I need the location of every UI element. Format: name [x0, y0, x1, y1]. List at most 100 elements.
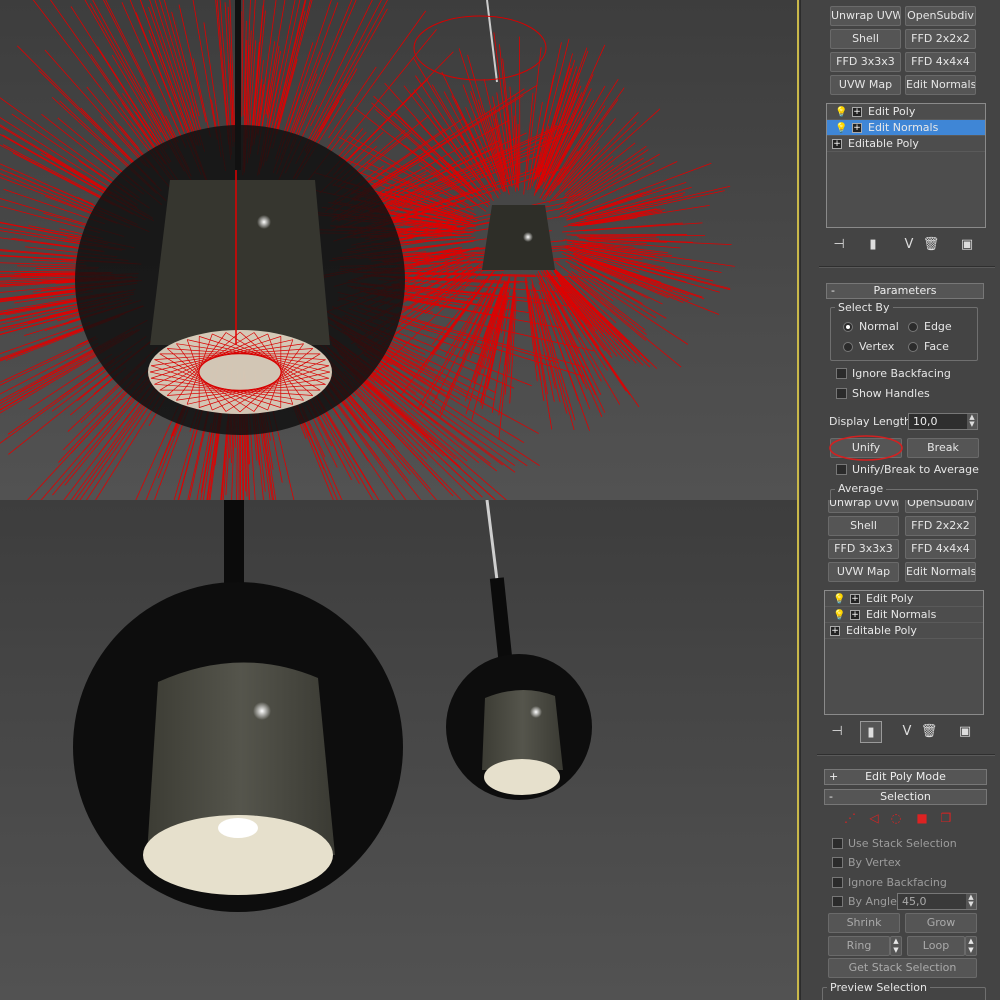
- button-label: FFD 2x2x2: [911, 32, 970, 45]
- break-button[interactable]: Break: [907, 438, 979, 458]
- checkbox-box[interactable]: [832, 857, 843, 868]
- pin-stack-icon[interactable]: ⊣: [826, 721, 848, 743]
- uvw-map-button[interactable]: UVW Map: [828, 562, 899, 582]
- shell-button[interactable]: Shell: [830, 29, 901, 49]
- normal-line: [241, 0, 244, 117]
- expand-plus-icon[interactable]: +: [830, 626, 840, 636]
- viewport-bottom[interactable]: [0, 500, 797, 1000]
- stack-item-edit-normals[interactable]: 💡 + Edit Normals: [827, 120, 985, 136]
- configure-modifier-sets-icon[interactable]: ▣: [954, 721, 976, 743]
- configure-modifier-sets-icon[interactable]: ▣: [956, 234, 978, 256]
- expand-plus-icon[interactable]: +: [850, 610, 860, 620]
- button-label: Ring: [846, 939, 872, 952]
- unwrap-uvw-button[interactable]: Unwrap UVW: [830, 6, 901, 26]
- vertex-mode-icon[interactable]: ⋰: [841, 810, 859, 826]
- stack-item-edit-normals[interactable]: 💡 + Edit Normals: [825, 607, 983, 623]
- normal-line: [50, 0, 167, 165]
- edit-normals-button[interactable]: Edit Normals: [905, 75, 976, 95]
- modify-panel-top: Unwrap UVW OpenSubdiv Shell FFD 2x2x2 FFD 3x…: [800, 0, 1000, 500]
- get-stack-selection-button[interactable]: Get Stack Selection: [828, 958, 977, 978]
- ffd-4x4x4-button[interactable]: FFD 4x4x4: [905, 539, 976, 559]
- collapse-toggle[interactable]: -: [829, 790, 833, 804]
- unwrap-uvw-button[interactable]: Unwrap UVW: [828, 500, 899, 513]
- stack-item-editable-poly[interactable]: + Editable Poly: [827, 136, 985, 152]
- make-unique-icon[interactable]: V: [896, 721, 918, 743]
- expand-toggle[interactable]: +: [829, 770, 838, 784]
- make-unique-icon[interactable]: V: [898, 234, 920, 256]
- stack-item-edit-poly[interactable]: 💡 + Edit Poly: [825, 591, 983, 607]
- selection-rollout-header[interactable]: - Selection: [824, 789, 987, 805]
- parameters-rollout-header[interactable]: - Parameters: [826, 283, 984, 299]
- expand-plus-icon[interactable]: +: [852, 123, 862, 133]
- checkbox-box[interactable]: [836, 388, 847, 399]
- spinner-arrows-icon[interactable]: ▲ ▼: [967, 414, 977, 429]
- normal-line: [178, 4, 207, 123]
- radio-dot[interactable]: [843, 322, 853, 332]
- checkbox-box[interactable]: [832, 877, 843, 888]
- spinner-value[interactable]: 10,0: [913, 415, 938, 428]
- edit-normals-button[interactable]: Edit Normals: [905, 562, 976, 582]
- checkbox-label: By Vertex: [848, 856, 901, 869]
- radio-dot[interactable]: [908, 322, 918, 332]
- checkbox-box[interactable]: [836, 368, 847, 379]
- radio-dot[interactable]: [843, 342, 853, 352]
- normal-line: [0, 310, 81, 332]
- stack-item-edit-poly[interactable]: 💡 + Edit Poly: [827, 104, 985, 120]
- light-bulb-icon[interactable]: 💡: [833, 608, 845, 622]
- checkbox-box[interactable]: [832, 896, 843, 907]
- edge-mode-icon[interactable]: ◁: [865, 810, 883, 826]
- expand-plus-icon[interactable]: +: [832, 139, 842, 149]
- pin-stack-icon[interactable]: ⊣: [828, 234, 850, 256]
- ffd-4x4x4-button[interactable]: FFD 4x4x4: [905, 52, 976, 72]
- ring-button[interactable]: Ring: [828, 936, 890, 956]
- ffd-2x2x2-button[interactable]: FFD 2x2x2: [905, 516, 976, 536]
- button-label: Shell: [850, 519, 877, 532]
- checkbox-box[interactable]: [832, 838, 843, 849]
- select-by-group: [830, 307, 978, 361]
- ffd-2x2x2-button[interactable]: FFD 2x2x2: [905, 29, 976, 49]
- normal-line: [300, 408, 343, 500]
- expand-plus-icon[interactable]: +: [850, 594, 860, 604]
- border-mode-icon[interactable]: ◌: [887, 810, 905, 826]
- polygon-mode-icon[interactable]: ■: [913, 810, 931, 826]
- stack-item-editable-poly[interactable]: + Editable Poly: [825, 623, 983, 639]
- expand-plus-icon[interactable]: +: [852, 107, 862, 117]
- light-bulb-icon[interactable]: 💡: [833, 592, 845, 606]
- subobject-mode-toolbar: ⋰ ◁ ◌ ■ ❒: [841, 810, 981, 828]
- remove-modifier-icon[interactable]: 🗑: [918, 721, 940, 743]
- loop-spinner-arrows-icon[interactable]: ▲ ▼: [965, 936, 977, 956]
- edit-poly-mode-rollout-header[interactable]: + Edit Poly Mode: [824, 769, 987, 785]
- light-bulb-icon[interactable]: 💡: [835, 105, 847, 119]
- ffd-3x3x3-button[interactable]: FFD 3x3x3: [828, 539, 899, 559]
- show-end-result-icon[interactable]: ▮: [862, 234, 884, 256]
- light-bulb-icon[interactable]: 💡: [835, 121, 847, 135]
- opensubdiv-button[interactable]: OpenSubdiv: [905, 6, 976, 26]
- show-end-result-icon[interactable]: ▮: [860, 721, 882, 743]
- spinner-value[interactable]: 45,0: [902, 895, 927, 908]
- viewport-top[interactable]: [0, 0, 797, 500]
- button-label: UVW Map: [836, 565, 891, 578]
- checkbox-box[interactable]: [836, 464, 847, 475]
- button-label: Get Stack Selection: [848, 961, 957, 974]
- opensubdiv-button[interactable]: OpenSubdiv: [905, 500, 976, 513]
- remove-modifier-icon[interactable]: 🗑: [920, 234, 942, 256]
- shrink-button[interactable]: Shrink: [828, 913, 900, 933]
- modifier-stack[interactable]: 💡 + Edit Poly 💡 + Edit Normals + Editabl…: [826, 103, 986, 228]
- by-angle-spinner[interactable]: 45,0 ▲ ▼: [897, 893, 977, 910]
- collapse-toggle[interactable]: -: [831, 284, 835, 298]
- ffd-3x3x3-button[interactable]: FFD 3x3x3: [830, 52, 901, 72]
- display-length-spinner[interactable]: 10,0 ▲ ▼: [908, 413, 978, 430]
- shell-button[interactable]: Shell: [828, 516, 899, 536]
- spinner-arrows-icon[interactable]: ▲ ▼: [966, 894, 976, 909]
- radio-dot[interactable]: [908, 342, 918, 352]
- normal-line: [471, 297, 505, 421]
- ring-spinner-arrows-icon[interactable]: ▲ ▼: [890, 936, 902, 956]
- modifier-stack[interactable]: 💡 + Edit Poly 💡 + Edit Normals + Editabl…: [824, 590, 984, 715]
- uvw-map-button[interactable]: UVW Map: [830, 75, 901, 95]
- loop-button[interactable]: Loop: [907, 936, 965, 956]
- bottom-screenshot: Unwrap UVW OpenSubdiv Shell FFD 2x2x2 FFD 3x…: [0, 500, 1000, 1000]
- normal-line: [590, 235, 657, 238]
- grow-button[interactable]: Grow: [905, 913, 977, 933]
- stack-item-label: Edit Poly: [866, 592, 914, 605]
- element-mode-icon[interactable]: ❒: [937, 810, 955, 826]
